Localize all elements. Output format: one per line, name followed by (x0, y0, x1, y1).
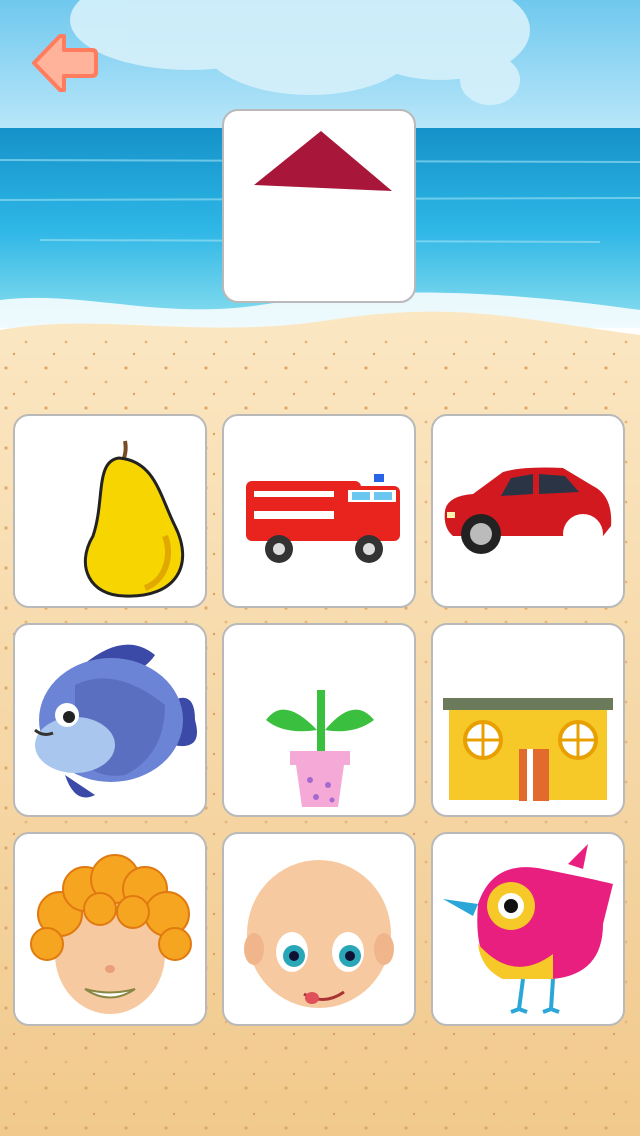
back-arrow-button[interactable] (28, 28, 100, 98)
pear-icon (83, 440, 185, 598)
choice-card-plant[interactable] (222, 623, 416, 817)
choice-card-bird[interactable] (431, 832, 625, 1026)
choice-card-pear[interactable] (13, 414, 207, 608)
choice-card-house[interactable] (431, 623, 625, 817)
choice-card-girl[interactable] (222, 832, 416, 1026)
choice-card-fire-truck[interactable] (222, 414, 416, 608)
fish-icon (34, 644, 197, 798)
choice-card-fish[interactable] (13, 623, 207, 817)
curly-hair-boy-icon (30, 854, 192, 1014)
girl-face-icon (244, 860, 394, 1008)
potted-plant-icon (266, 690, 374, 807)
triangle-roof-shape (254, 131, 392, 191)
car-icon (444, 467, 612, 554)
choice-card-boy[interactable] (13, 832, 207, 1026)
choice-card-car[interactable] (431, 414, 625, 608)
house-icon (443, 698, 613, 801)
target-shape-card (222, 109, 416, 303)
fire-truck-icon (246, 474, 400, 563)
bird-icon (443, 844, 613, 1014)
